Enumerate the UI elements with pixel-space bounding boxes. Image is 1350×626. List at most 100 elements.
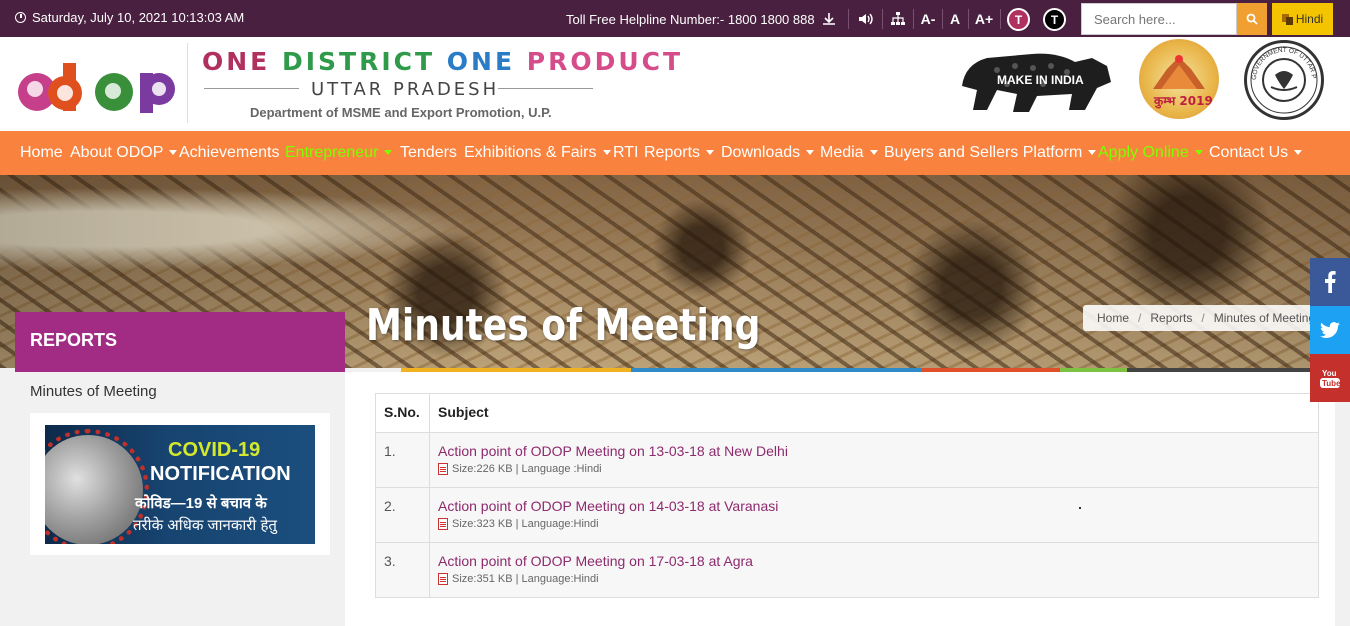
nav-label: Reports	[644, 144, 701, 161]
nav-label: Buyers and Sellers Platform	[884, 144, 1083, 161]
main-content: S.No. Subject 1. Action point of ODOP Me…	[345, 372, 1335, 626]
facebook-icon[interactable]	[1310, 258, 1350, 306]
language-icon	[1281, 13, 1293, 25]
caret-down-icon	[384, 150, 393, 156]
covid-subtitle: NOTIFICATION	[150, 463, 291, 485]
nav-exhibitions-fairs[interactable]: Exhibitions & Fairs	[464, 131, 611, 175]
row-subject: Action point of ODOP Meeting on 13-03-18…	[429, 432, 1319, 488]
nav-media[interactable]: Media	[820, 131, 878, 175]
document-meta-text: Size:323 KB | Language:Hindi	[452, 518, 599, 530]
row-sno: 3.	[375, 542, 430, 598]
kumbh-logo[interactable]: कुम्भ 2019	[1139, 39, 1219, 119]
minutes-table: S.No. Subject 1. Action point of ODOP Me…	[375, 393, 1319, 598]
nav-label: Tenders	[400, 144, 457, 161]
covid-banner[interactable]: COVID-19 NOTIFICATION कोविड—19 से बचाव क…	[45, 425, 315, 544]
document-link[interactable]: Action point of ODOP Meeting on 17-03-18…	[438, 553, 1310, 569]
row-sno: 2.	[375, 487, 430, 543]
font-increase-button[interactable]: A+	[972, 9, 996, 29]
theme-color-button[interactable]: T	[1007, 8, 1030, 31]
up-govt-seal[interactable]: GOVERNMENT OF UTTAR PRADESH	[1244, 38, 1324, 120]
screen-reader-icon[interactable]	[855, 9, 877, 29]
kumbh-art: कुम्भ 2019	[1153, 55, 1213, 109]
covid-title: COVID-19	[168, 439, 261, 461]
covid-hindi-2: तरीके अधिक जानकारी हेतु	[133, 517, 277, 534]
caret-down-icon	[169, 150, 178, 156]
decor-line	[498, 88, 593, 89]
nav-label: Entrepreneur	[285, 144, 379, 161]
datetime: Saturday, July 10, 2021 10:13:03 AM	[15, 10, 244, 25]
language-label: Hindi	[1295, 12, 1324, 26]
nav-reports[interactable]: Reports	[644, 131, 715, 175]
nav-label: Downloads	[721, 144, 801, 161]
col-subject: Subject	[429, 393, 1319, 433]
nav-about-odop[interactable]: About ODOP	[70, 131, 178, 175]
svg-text:You: You	[1322, 369, 1337, 378]
logo-divider	[187, 43, 188, 123]
nav-label: About ODOP	[70, 144, 164, 161]
nav-buyers-sellers[interactable]: Buyers and Sellers Platform	[884, 131, 1097, 175]
nav-entrepreneur[interactable]: Entrepreneur	[285, 131, 393, 175]
site-title: ONE DISTRICT ONE PRODUCT	[202, 47, 683, 76]
covid-card: COVID-19 NOTIFICATION कोविड—19 से बचाव क…	[30, 413, 330, 555]
sitemap-icon[interactable]	[887, 9, 909, 29]
site-subtitle: UTTAR PRADESH	[311, 79, 500, 100]
pdf-icon	[438, 573, 448, 585]
nav-apply-online[interactable]: Apply Online	[1098, 131, 1203, 175]
caret-down-icon	[1088, 150, 1097, 156]
virus-icon	[45, 429, 149, 544]
make-in-india-text: MAKE IN INDIA	[997, 73, 1084, 87]
twitter-icon[interactable]	[1310, 306, 1350, 354]
separator	[913, 9, 914, 29]
download-icon[interactable]	[818, 9, 840, 29]
breadcrumb-reports[interactable]: Reports	[1150, 311, 1192, 325]
caret-down-icon	[706, 150, 715, 156]
stray-dot	[1079, 507, 1081, 509]
row-subject: Action point of ODOP Meeting on 14-03-18…	[429, 487, 1319, 543]
sidebar-item-minutes[interactable]: Minutes of Meeting	[30, 383, 157, 400]
page-title: Minutes of Meeting	[366, 300, 761, 351]
title-word: ONE	[446, 47, 516, 76]
document-link[interactable]: Action point of ODOP Meeting on 13-03-18…	[438, 443, 1310, 459]
caret-down-icon	[1194, 150, 1203, 156]
separator	[848, 9, 849, 29]
nav-label: Achievements	[179, 144, 280, 161]
nav-rti[interactable]: RTI	[613, 131, 638, 175]
language-button[interactable]: Hindi	[1272, 3, 1333, 35]
department-name: Department of MSME and Export Promotion,…	[250, 105, 552, 120]
theme-dark-button[interactable]: T	[1043, 8, 1066, 31]
sidebar-heading: REPORTS	[15, 312, 345, 372]
document-meta-text: Size:351 KB | Language:Hindi	[452, 573, 599, 585]
font-decrease-button[interactable]: A-	[917, 9, 939, 29]
nav-tenders[interactable]: Tenders	[400, 131, 457, 175]
helpline: Toll Free Helpline Number:- 1800 1800 88…	[566, 12, 815, 27]
svg-text:Tube: Tube	[1322, 379, 1341, 388]
make-in-india-logo[interactable]: MAKE IN INDIA	[957, 44, 1115, 119]
document-meta: Size:323 KB | Language:Hindi	[438, 518, 1310, 530]
table-row: 2. Action point of ODOP Meeting on 14-03…	[375, 487, 1319, 543]
nav-downloads[interactable]: Downloads	[721, 131, 815, 175]
document-meta: Size:351 KB | Language:Hindi	[438, 573, 1310, 585]
table-row: 3. Action point of ODOP Meeting on 17-03…	[375, 542, 1319, 598]
nav-achievements[interactable]: Achievements	[179, 131, 280, 175]
document-link[interactable]: Action point of ODOP Meeting on 14-03-18…	[438, 498, 1310, 514]
breadcrumb-home[interactable]: Home	[1097, 311, 1129, 325]
title-word: ONE	[202, 47, 271, 76]
decor-line	[204, 88, 299, 89]
main-nav: Home About ODOP Achievements Entrepreneu…	[0, 131, 1350, 175]
search-input[interactable]	[1081, 3, 1237, 35]
nav-home[interactable]: Home	[20, 131, 63, 175]
site-header: ONE DISTRICT ONE PRODUCT UTTAR PRADESH D…	[0, 37, 1350, 131]
breadcrumb-current: Minutes of Meeting	[1213, 311, 1313, 325]
document-meta-text: Size:226 KB | Language :Hindi	[452, 463, 602, 475]
separator	[968, 9, 969, 29]
font-normal-button[interactable]: A	[946, 9, 964, 29]
title-word: DISTRICT	[281, 47, 436, 76]
odop-logo[interactable]	[15, 55, 177, 113]
caret-down-icon	[602, 150, 611, 156]
search-button[interactable]	[1237, 3, 1267, 35]
nav-label: RTI	[613, 144, 639, 161]
clock-icon	[15, 12, 26, 23]
nav-contact-us[interactable]: Contact Us	[1209, 131, 1303, 175]
separator	[882, 9, 883, 29]
youtube-icon[interactable]: You Tube	[1310, 354, 1350, 402]
